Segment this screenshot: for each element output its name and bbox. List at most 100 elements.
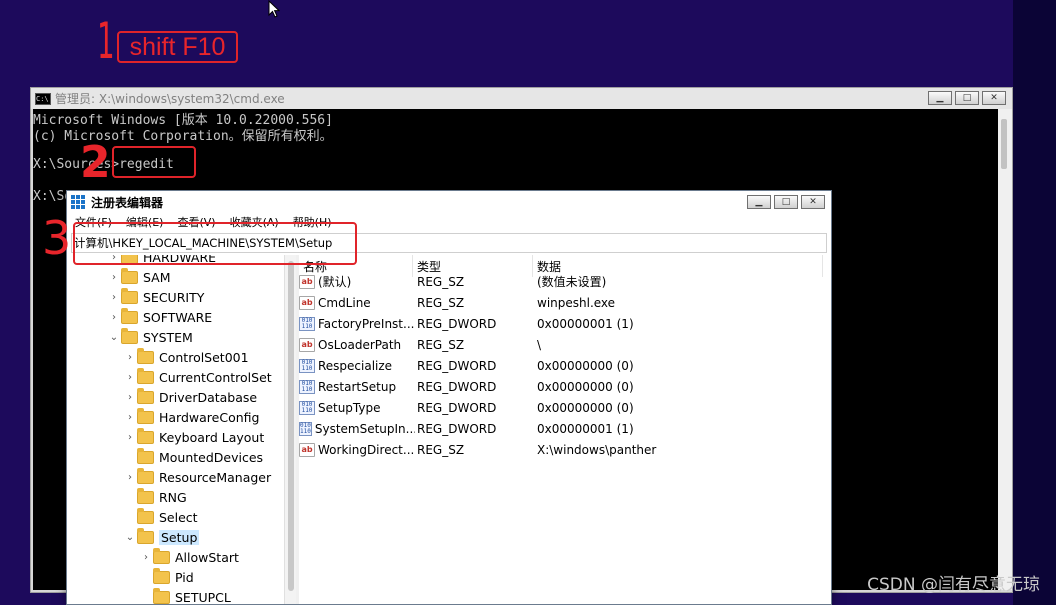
cmd-line: (c) Microsoft Corporation。保留所有权利。 <box>33 129 333 144</box>
desktop-right-strip <box>1013 0 1056 605</box>
cmd-titlebar[interactable]: C:\ 管理员: X:\windows\system32\cmd.exe ▁ □… <box>31 88 1012 109</box>
step-1-label: shift F10 <box>129 32 226 61</box>
tree-node[interactable]: ⌄ Setup <box>123 527 200 547</box>
tree-node-label: ResourceManager <box>159 469 272 485</box>
tree-node-label: Setup <box>159 529 200 545</box>
chevron-right-icon[interactable]: › <box>139 552 153 563</box>
tree-node[interactable]: RNG <box>123 487 187 507</box>
folder-icon <box>121 267 138 284</box>
binary-value-icon: 010 110 <box>299 379 315 394</box>
tree-node[interactable]: MountedDevices <box>123 447 263 467</box>
tree-node-label: SAM <box>143 269 171 285</box>
binary-value-icon: 010 110 <box>299 358 315 373</box>
folder-icon <box>153 567 170 584</box>
tree-node[interactable]: › AllowStart <box>139 547 239 567</box>
chevron-right-icon[interactable]: › <box>123 372 137 383</box>
value-row[interactable]: 010 110 RestartSetup REG_DWORD 0x00000000 (0… <box>299 376 829 397</box>
value-data: (数值未设置) <box>537 275 607 289</box>
minimize-button[interactable]: ▁ <box>747 195 771 209</box>
maximize-button[interactable]: □ <box>955 91 979 105</box>
folder-icon <box>121 287 138 304</box>
string-value-icon: ab <box>299 442 315 457</box>
value-row[interactable]: ab OsLoaderPath REG_SZ \ <box>299 334 829 355</box>
value-row[interactable]: 010 110 SetupType REG_DWORD 0x00000000 (0) <box>299 397 829 418</box>
value-type: REG_SZ <box>417 274 465 289</box>
tree-node-label: Pid <box>175 569 194 585</box>
value-type: REG_SZ <box>417 442 465 457</box>
value-row[interactable]: 010 110 FactoryPreInst... REG_DWORD 0x000000… <box>299 313 829 334</box>
value-type: REG_DWORD <box>417 316 497 331</box>
chevron-right-icon[interactable]: › <box>123 392 137 403</box>
tree-node[interactable]: Select <box>123 507 198 527</box>
value-name: SystemSetupIn... <box>314 421 415 436</box>
tree-node-label: SECURITY <box>143 289 205 305</box>
value-type: REG_DWORD <box>417 400 497 415</box>
tree-node-label: ControlSet001 <box>159 349 249 365</box>
cmd-app-icon: C:\ <box>35 92 51 105</box>
folder-icon <box>137 527 154 544</box>
value-name: RestartSetup <box>318 379 397 394</box>
value-data: 0x00000000 (0) <box>537 358 634 373</box>
close-button[interactable]: ✕ <box>982 91 1006 105</box>
value-data: X:\windows\panther <box>537 442 657 457</box>
binary-value-icon: 010 110 <box>299 400 315 415</box>
chevron-right-icon[interactable]: › <box>123 352 137 363</box>
chevron-down-icon[interactable]: ⌄ <box>107 332 121 343</box>
chevron-down-icon[interactable]: ⌄ <box>123 532 137 543</box>
tree-node[interactable]: › SOFTWARE <box>107 307 212 327</box>
cmd-scrollbar-thumb[interactable] <box>1001 119 1007 169</box>
value-name: Respecialize <box>318 358 393 373</box>
value-row[interactable]: ab (默认) REG_SZ (数值未设置) <box>299 271 829 292</box>
minimize-button[interactable]: ▁ <box>928 91 952 105</box>
maximize-button[interactable]: □ <box>774 195 798 209</box>
tree-scrollbar[interactable] <box>284 255 296 604</box>
string-value-icon: ab <box>299 337 315 352</box>
regedit-title: 注册表编辑器 <box>91 195 164 210</box>
folder-icon <box>137 467 154 484</box>
step-2-number: 2 <box>80 137 111 188</box>
tree-node[interactable]: › SECURITY <box>107 287 204 307</box>
close-button[interactable]: ✕ <box>801 195 825 209</box>
tree-node-label: HardwareConfig <box>159 409 260 425</box>
chevron-right-icon[interactable]: › <box>123 472 137 483</box>
tree-node[interactable]: Pid <box>139 567 194 587</box>
value-row[interactable]: ab CmdLine REG_SZ winpeshl.exe <box>299 292 829 313</box>
cmd-scrollbar[interactable] <box>998 109 1012 590</box>
tree-node[interactable]: › Keyboard Layout <box>123 427 264 447</box>
tree-node[interactable]: SETUPCL <box>139 587 231 604</box>
tree-node[interactable]: › DriverDatabase <box>123 387 257 407</box>
chevron-right-icon[interactable]: › <box>107 272 121 283</box>
tree-node[interactable]: ⌄ SYSTEM <box>107 327 193 347</box>
tree-node[interactable]: › HardwareConfig <box>123 407 259 427</box>
tree-node-label: Select <box>159 509 198 525</box>
chevron-right-icon[interactable]: › <box>123 412 137 423</box>
regedit-titlebar[interactable]: 注册表编辑器 ▁ □ ✕ <box>67 191 831 213</box>
value-type: REG_DWORD <box>417 358 497 373</box>
value-type: REG_SZ <box>417 337 465 352</box>
string-value-icon: ab <box>299 295 315 310</box>
folder-icon <box>137 487 154 504</box>
tree-node-label: MountedDevices <box>159 449 264 465</box>
tree-node-label: DriverDatabase <box>159 389 258 405</box>
tree-node-label: SYSTEM <box>143 329 193 345</box>
tree-scrollbar-thumb[interactable] <box>288 261 294 591</box>
tree-node-label: CurrentControlSet <box>159 369 272 385</box>
values-list: 名称 类型 数据 ab (默认) REG_SZ (数值未设置) ab CmdLine REG… <box>299 255 829 604</box>
tree-node[interactable]: › ResourceManager <box>123 467 271 487</box>
tree-node[interactable]: › ControlSet001 <box>123 347 249 367</box>
value-row[interactable]: 010 110 Respecialize REG_DWORD 0x00000000 (0… <box>299 355 829 376</box>
value-name: FactoryPreInst... <box>318 316 415 331</box>
value-name: SetupType <box>318 400 381 415</box>
folder-icon <box>137 367 154 384</box>
tree-node[interactable]: › CurrentControlSet <box>123 367 272 387</box>
value-row[interactable]: ab WorkingDirect... REG_SZ X:\windows\panth… <box>299 439 829 460</box>
folder-icon <box>137 387 154 404</box>
folder-icon <box>137 507 154 524</box>
chevron-right-icon[interactable]: › <box>123 432 137 443</box>
string-value-icon: ab <box>299 274 315 289</box>
value-data: 0x00000001 (1) <box>537 316 634 331</box>
tree-node[interactable]: › SAM <box>107 267 171 287</box>
chevron-right-icon[interactable]: › <box>107 292 121 303</box>
value-row[interactable]: 010 110 SystemSetupIn... REG_DWORD 0x0000000… <box>299 418 829 439</box>
chevron-right-icon[interactable]: › <box>107 312 121 323</box>
